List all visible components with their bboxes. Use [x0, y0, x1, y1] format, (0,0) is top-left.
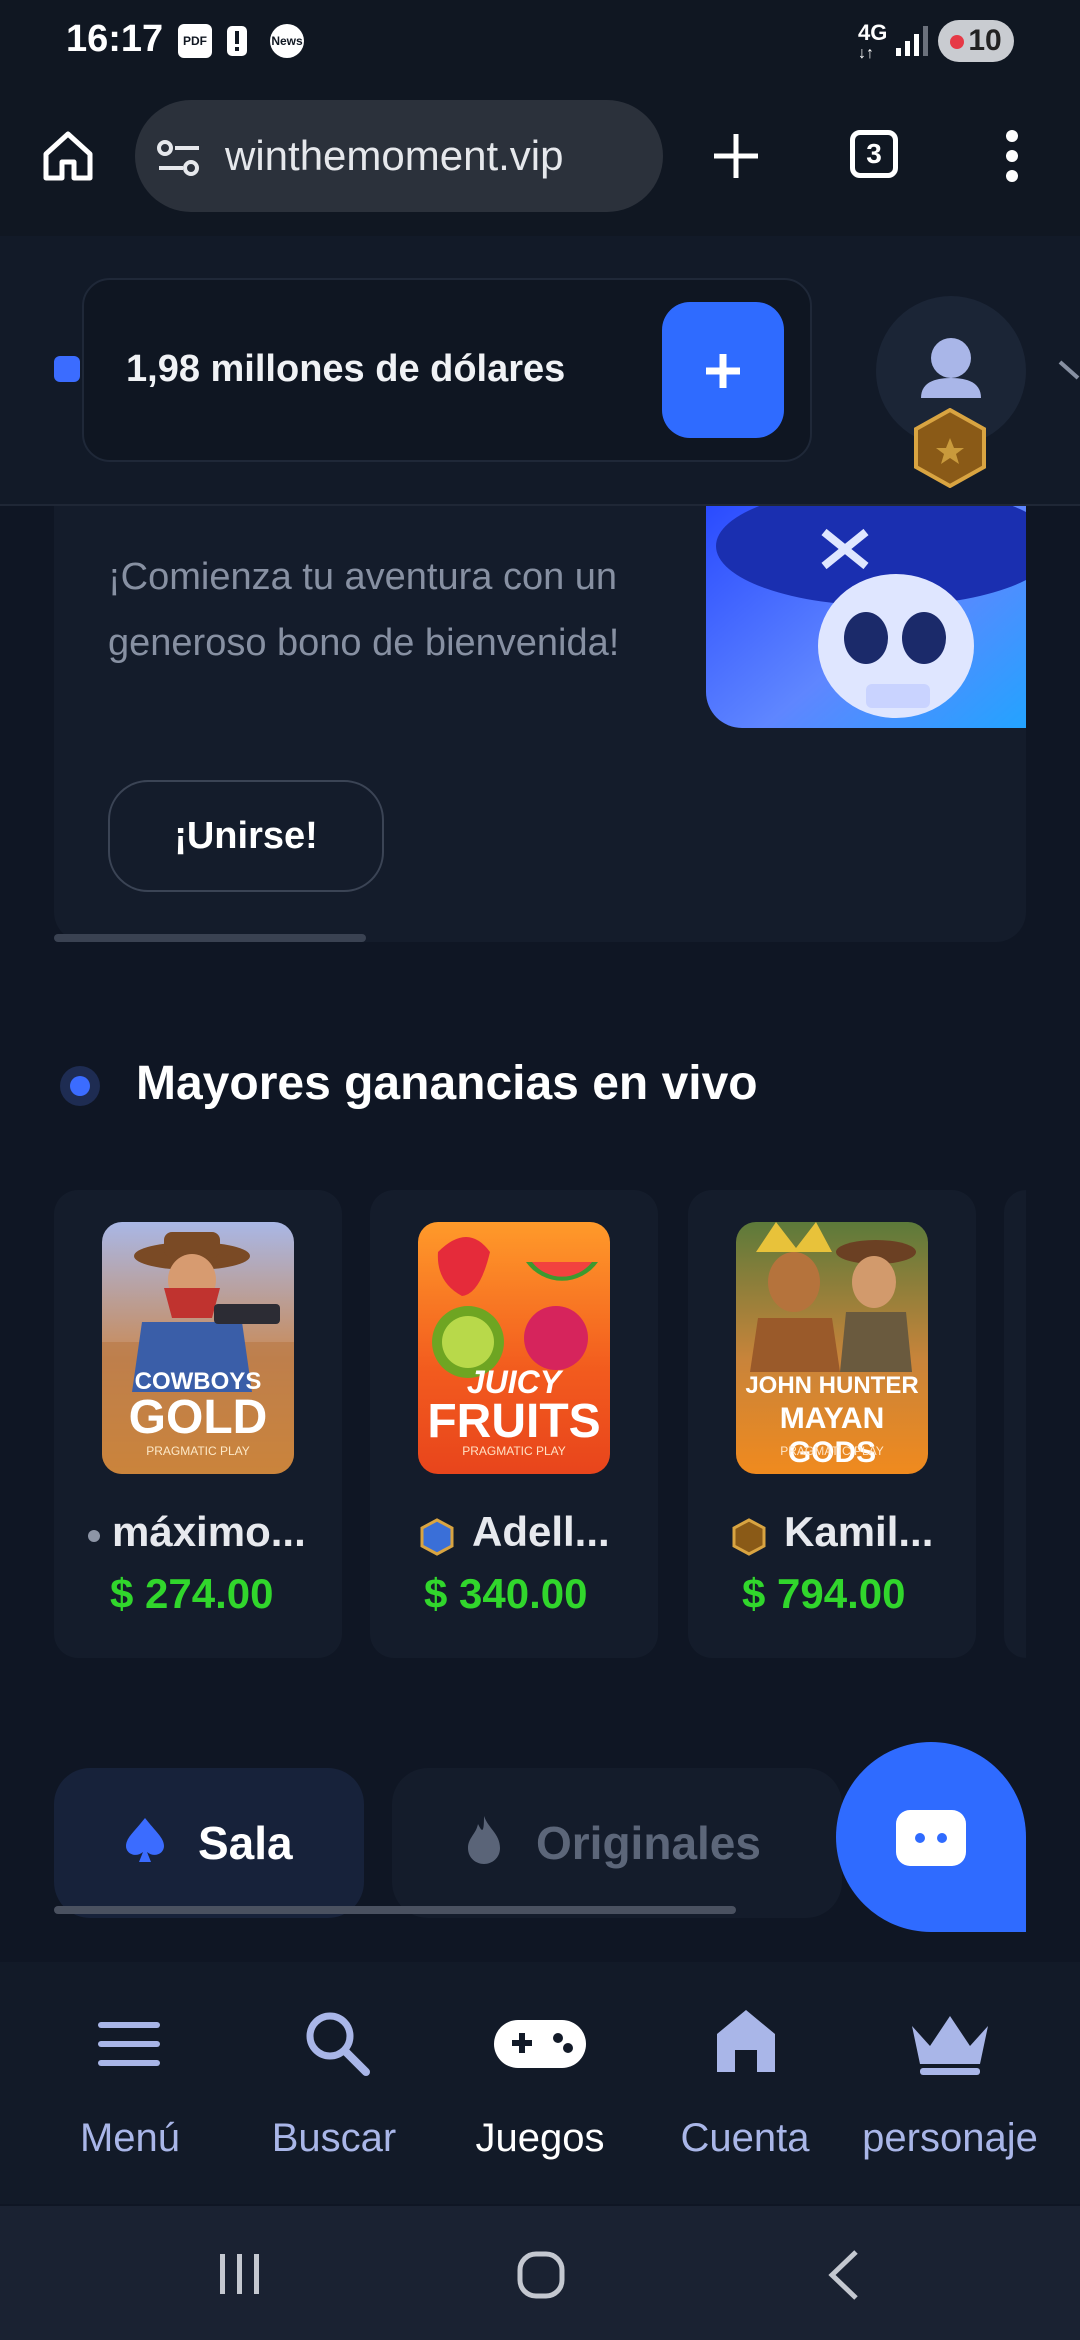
- win-amount: $ 794.00: [742, 1570, 906, 1617]
- game-title-line1: JOHN HUNTER: [745, 1372, 919, 1399]
- menu-icon: [98, 2022, 160, 2066]
- winner-name: máximo...: [112, 1508, 306, 1555]
- spade-icon: [124, 1816, 166, 1869]
- rank-badge-icon: [912, 407, 988, 493]
- crown-icon: [912, 2016, 988, 2075]
- tab-sala-label: Sala: [198, 1817, 293, 1869]
- balance-amount: 1,98 millones de dólares: [126, 348, 566, 390]
- nav-menu-label: Menú: [79, 2116, 181, 2160]
- gamepad-icon: [494, 2020, 586, 2068]
- nav-games[interactable]: Juegos: [440, 1962, 640, 2162]
- live-indicator-dot: [70, 1076, 90, 1096]
- rank-badge-icon: [418, 1518, 456, 1561]
- rank-icon: [88, 1530, 100, 1542]
- game-thumbnail-john-hunter-mayan-gods[interactable]: JOHN HUNTER MAYAN GODS PRAGMATIC PLAY: [736, 1222, 928, 1474]
- nav-games-label: Juegos: [475, 2116, 605, 2160]
- tab-switcher-button[interactable]: 3: [850, 130, 898, 178]
- winner-name: Kamil...: [784, 1508, 934, 1555]
- rank-badge-icon: [730, 1518, 768, 1561]
- game-title-line2: MAYAN GODS: [779, 1402, 885, 1469]
- home-icon[interactable]: [38, 126, 98, 191]
- news-icon: News: [270, 24, 304, 58]
- signal-icon: [894, 24, 930, 63]
- nav-account-label: Cuenta: [680, 2116, 810, 2160]
- winner-name: Adell...: [472, 1508, 610, 1555]
- chevron-down-icon[interactable]: [1058, 356, 1080, 391]
- alert-icon: [226, 24, 248, 58]
- nav-menu[interactable]: Menú: [30, 1962, 230, 2162]
- back-icon[interactable]: [826, 2248, 862, 2307]
- win-card-partial[interactable]: [1004, 1190, 1026, 1658]
- promo-scrollbar[interactable]: [54, 934, 366, 942]
- nav-character-label: personaje: [862, 2116, 1038, 2160]
- flame-icon: [464, 1814, 504, 1871]
- tabs-scrollbar[interactable]: [54, 1906, 736, 1914]
- chat-button[interactable]: [836, 1742, 1026, 1932]
- nav-search-label: Buscar: [271, 2116, 397, 2160]
- game-provider: PRAGMATIC PLAY: [146, 1444, 250, 1458]
- promo-pirate-image: [706, 506, 1026, 728]
- game-provider: PRAGMATIC PLAY: [462, 1444, 566, 1458]
- win-amount: $ 340.00: [424, 1570, 588, 1617]
- game-title-line2: GOLD: [128, 1391, 268, 1444]
- win-amount: $ 274.00: [110, 1570, 274, 1617]
- tab-originales-label: Originales: [536, 1817, 761, 1869]
- nav-account[interactable]: Cuenta: [645, 1962, 845, 2162]
- nav-search[interactable]: Buscar: [234, 1962, 434, 2162]
- nav-character[interactable]: personaje: [850, 1962, 1050, 2162]
- pdf-icon: PDF: [178, 24, 212, 58]
- live-wins-title: Mayores ganancias en vivo: [136, 1057, 758, 1110]
- site-settings-icon[interactable]: [157, 138, 201, 183]
- game-title-line2: FRUITS: [427, 1395, 601, 1448]
- status-time: 16:17: [66, 18, 164, 60]
- promo-text: ¡Comienza tu aventura con un generoso bo…: [108, 556, 620, 664]
- more-options-icon[interactable]: [1004, 130, 1020, 187]
- new-tab-icon[interactable]: [712, 132, 760, 185]
- search-icon: [306, 2012, 370, 2076]
- url-text[interactable]: winthemoment.vip: [225, 132, 563, 180]
- home-icon: [717, 2010, 775, 2072]
- game-thumbnail-juicy-fruits[interactable]: JUICY FRUITS PRAGMATIC PLAY: [418, 1222, 610, 1474]
- deposit-button[interactable]: [662, 302, 784, 438]
- game-provider: PRAGMATIC PLAY: [780, 1444, 884, 1458]
- home-button-icon[interactable]: [516, 2250, 566, 2305]
- recent-apps-icon[interactable]: [216, 2252, 264, 2301]
- battery-indicator: 10: [938, 20, 1014, 62]
- network-indicator: 4G ↓↑: [858, 20, 888, 63]
- currency-icon: [54, 356, 80, 382]
- join-button[interactable]: ¡Unirse!: [108, 780, 384, 892]
- game-thumbnail-cowboys-gold[interactable]: COWBOYS GOLD PRAGMATIC PLAY: [102, 1222, 294, 1474]
